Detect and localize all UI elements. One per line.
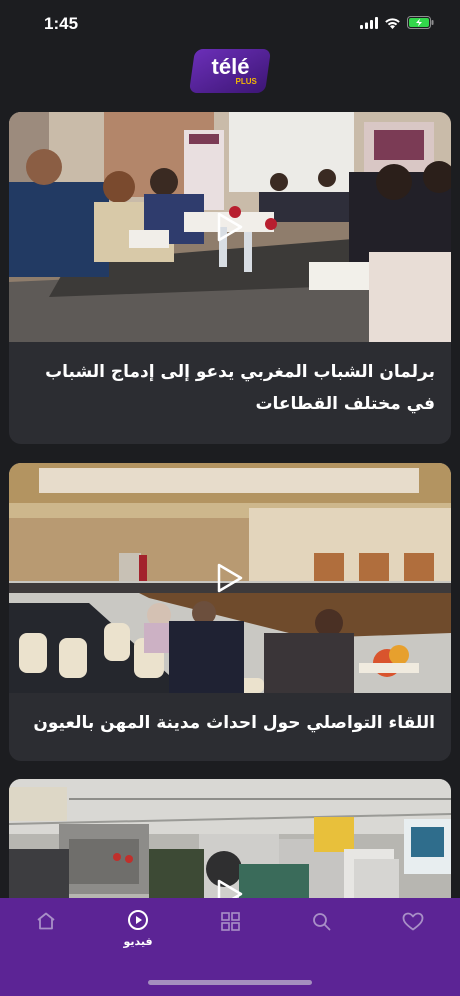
status-time: 1:45 xyxy=(44,14,79,33)
tab-home[interactable] xyxy=(16,898,76,958)
header: télé PLUS xyxy=(0,44,460,98)
video-play-icon xyxy=(128,910,148,930)
video-title[interactable]: اللقاء التواصلي حول احداث مدينة المهن با… xyxy=(9,693,451,755)
tab-video-label: فيديو xyxy=(123,935,153,948)
status-bar: 1:45 xyxy=(0,0,460,44)
video-thumbnail[interactable] xyxy=(9,112,451,342)
tab-categories[interactable] xyxy=(200,898,260,958)
play-icon xyxy=(217,212,243,242)
battery-charging-icon xyxy=(407,16,434,29)
video-thumbnail[interactable] xyxy=(9,463,451,693)
logo-sub-text: PLUS xyxy=(235,76,257,86)
home-icon xyxy=(37,912,55,930)
play-icon xyxy=(217,563,243,593)
search-icon xyxy=(312,913,330,931)
home-indicator xyxy=(148,980,312,985)
status-icons xyxy=(360,16,434,29)
tab-favorites[interactable] xyxy=(383,898,443,958)
cellular-signal-icon xyxy=(360,16,378,29)
tele-plus-logo[interactable]: télé PLUS xyxy=(188,49,272,93)
wifi-icon xyxy=(385,17,400,29)
categories-grid-icon xyxy=(220,912,240,931)
play-button[interactable] xyxy=(213,210,247,244)
tab-search[interactable] xyxy=(291,898,351,958)
tab-video[interactable]: فيديو xyxy=(108,898,168,958)
video-title[interactable]: برلمان الشباب المغربي يدعو إلى إدماج الش… xyxy=(9,342,451,436)
video-card[interactable]: اللقاء التواصلي حول احداث مدينة المهن با… xyxy=(9,463,451,761)
play-button[interactable] xyxy=(213,561,247,595)
logo-main-text: télé xyxy=(211,53,250,79)
heart-icon xyxy=(402,912,424,931)
video-card[interactable]: برلمان الشباب المغربي يدعو إلى إدماج الش… xyxy=(9,112,451,444)
